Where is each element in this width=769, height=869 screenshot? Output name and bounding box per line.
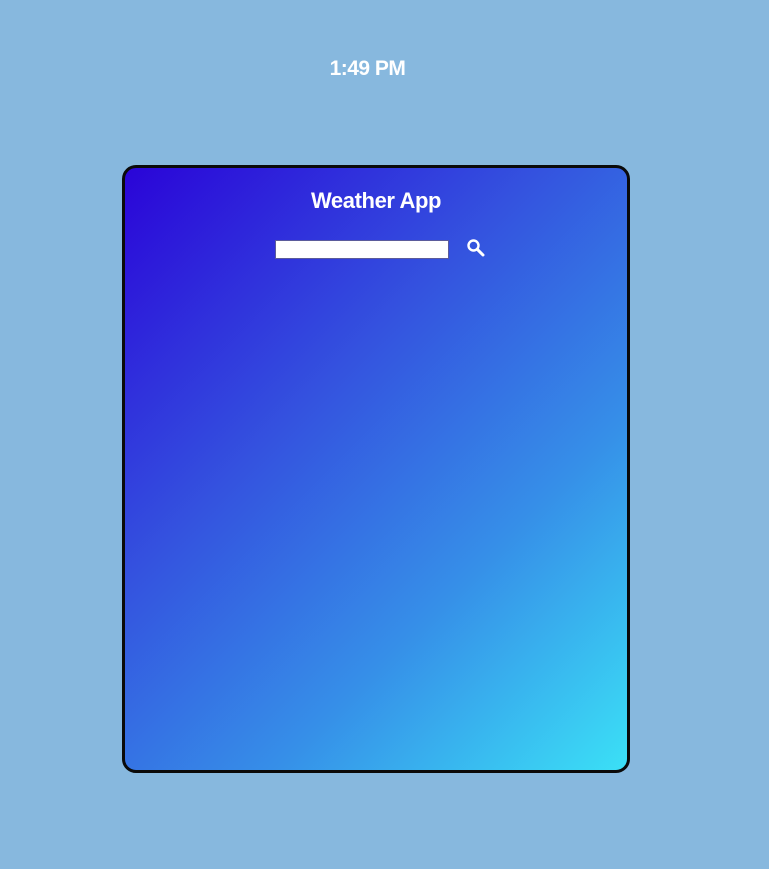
city-search-input[interactable] [275, 239, 449, 259]
search-button[interactable] [465, 238, 487, 260]
search-icon [466, 238, 486, 261]
app-title: Weather App [310, 188, 442, 213]
weather-app-card: Weather App [122, 165, 630, 773]
search-bar [275, 238, 487, 260]
clock-time: 1:49 PM [329, 57, 406, 80]
